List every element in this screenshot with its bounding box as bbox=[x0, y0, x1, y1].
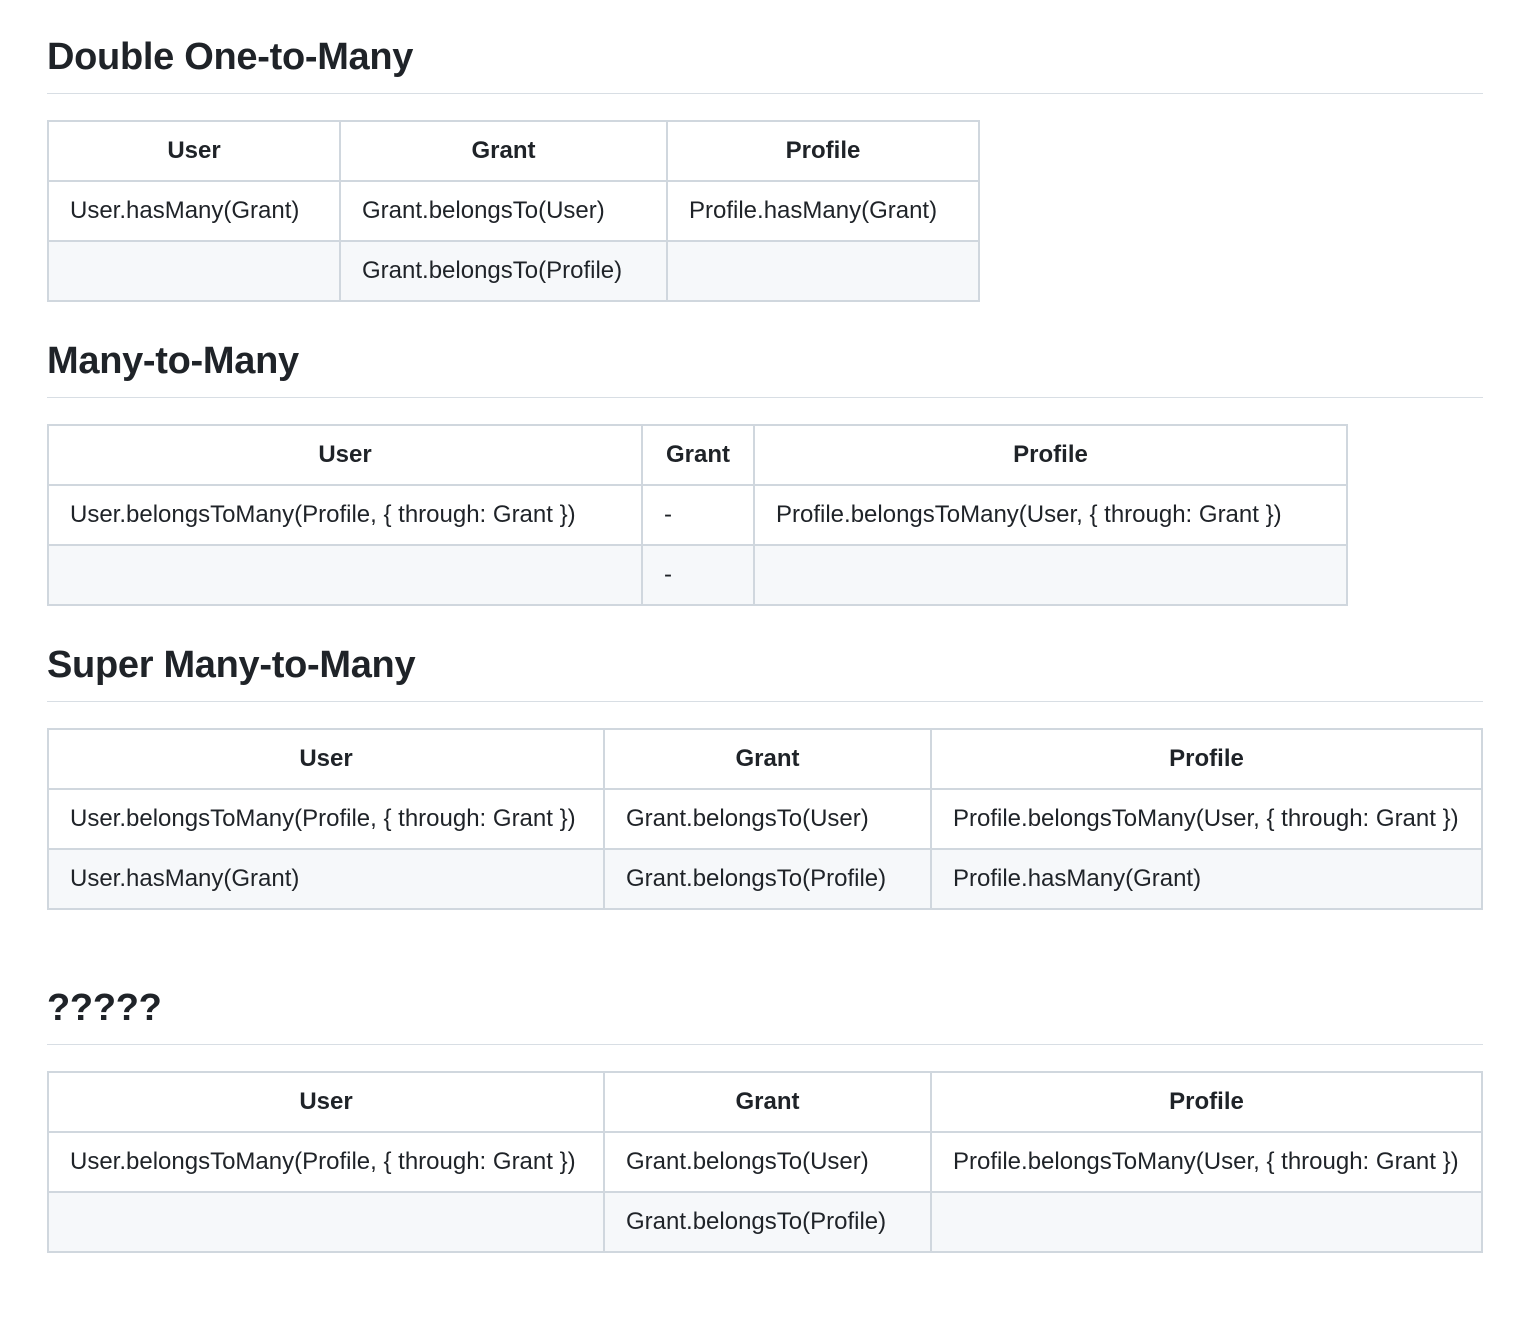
column-header-user: User bbox=[47, 1071, 605, 1133]
section-heading: Double One-to-Many bbox=[47, 36, 414, 78]
relations-table: User Grant Profile User.belongsToMany(Pr… bbox=[47, 424, 1348, 606]
column-header-user: User bbox=[47, 120, 341, 182]
column-header-profile: Profile bbox=[930, 1071, 1483, 1133]
column-header-profile: Profile bbox=[930, 728, 1483, 790]
table-cell bbox=[47, 240, 341, 302]
table-row: User.belongsToMany(Profile, { through: G… bbox=[47, 484, 1348, 546]
table-cell: Grant.belongsTo(Profile) bbox=[339, 240, 668, 302]
section-heading: Many-to-Many bbox=[47, 340, 299, 382]
table-cell: User.hasMany(Grant) bbox=[47, 180, 341, 242]
table-cell: Profile.belongsToMany(User, { through: G… bbox=[930, 788, 1483, 850]
heading-divider bbox=[47, 1044, 1483, 1045]
markdown-body: Double One-to-Many User Grant Profile Us… bbox=[0, 0, 1526, 1326]
table-header-row: User Grant Profile bbox=[47, 1071, 1483, 1133]
table-cell: Grant.belongsTo(User) bbox=[339, 180, 668, 242]
section-unknown: ????? User Grant Profile User.belongsToM… bbox=[47, 985, 1483, 1295]
relations-table: User Grant Profile User.belongsToMany(Pr… bbox=[47, 728, 1483, 910]
table-cell: Grant.belongsTo(Profile) bbox=[603, 848, 932, 910]
table-row: - bbox=[47, 544, 1348, 606]
table-cell: Grant.belongsTo(Profile) bbox=[603, 1191, 932, 1253]
table-cell: - bbox=[641, 544, 755, 606]
section-heading: Super Many-to-Many bbox=[47, 644, 416, 686]
table-cell bbox=[47, 1191, 605, 1253]
table-cell bbox=[930, 1191, 1483, 1253]
table-cell: Profile.belongsToMany(User, { through: G… bbox=[930, 1131, 1483, 1193]
table-cell: Grant.belongsTo(User) bbox=[603, 788, 932, 850]
column-header-profile: Profile bbox=[666, 120, 980, 182]
table-cell bbox=[753, 544, 1348, 606]
table-cell: User.belongsToMany(Profile, { through: G… bbox=[47, 484, 643, 546]
table-row: User.belongsToMany(Profile, { through: G… bbox=[47, 1131, 1483, 1193]
section-heading: ????? bbox=[47, 987, 162, 1029]
table-cell: Grant.belongsTo(User) bbox=[603, 1131, 932, 1193]
section-double-one-to-many: Double One-to-Many User Grant Profile Us… bbox=[47, 34, 1483, 302]
column-header-grant: Grant bbox=[603, 1071, 932, 1133]
table-cell: User.belongsToMany(Profile, { through: G… bbox=[47, 788, 605, 850]
table-row: Grant.belongsTo(Profile) bbox=[47, 240, 980, 302]
relations-table: User Grant Profile User.belongsToMany(Pr… bbox=[47, 1071, 1483, 1253]
table-header-row: User Grant Profile bbox=[47, 728, 1483, 790]
table-header-row: User Grant Profile bbox=[47, 424, 1348, 486]
table-cell bbox=[47, 544, 643, 606]
table-cell: - bbox=[641, 484, 755, 546]
table-row: User.belongsToMany(Profile, { through: G… bbox=[47, 788, 1483, 850]
table-row: Grant.belongsTo(Profile) bbox=[47, 1191, 1483, 1253]
table-cell: User.hasMany(Grant) bbox=[47, 848, 605, 910]
column-header-user: User bbox=[47, 424, 643, 486]
heading-divider bbox=[47, 93, 1483, 94]
table-header-row: User Grant Profile bbox=[47, 120, 980, 182]
table-cell bbox=[666, 240, 980, 302]
table-cell: Profile.hasMany(Grant) bbox=[666, 180, 980, 242]
column-header-grant: Grant bbox=[339, 120, 668, 182]
section-many-to-many: Many-to-Many User Grant Profile User.bel… bbox=[47, 338, 1483, 606]
column-header-grant: Grant bbox=[603, 728, 932, 790]
heading-divider bbox=[47, 397, 1483, 398]
heading-divider bbox=[47, 701, 1483, 702]
table-cell: User.belongsToMany(Profile, { through: G… bbox=[47, 1131, 605, 1193]
table-cell: Profile.belongsToMany(User, { through: G… bbox=[753, 484, 1348, 546]
section-super-many-to-many: Super Many-to-Many User Grant Profile Us… bbox=[47, 642, 1483, 952]
relations-table: User Grant Profile User.hasMany(Grant) G… bbox=[47, 120, 980, 302]
table-cell: Profile.hasMany(Grant) bbox=[930, 848, 1483, 910]
table-row: User.hasMany(Grant) Grant.belongsTo(User… bbox=[47, 180, 980, 242]
column-header-user: User bbox=[47, 728, 605, 790]
table-row: User.hasMany(Grant) Grant.belongsTo(Prof… bbox=[47, 848, 1483, 910]
column-header-profile: Profile bbox=[753, 424, 1348, 486]
column-header-grant: Grant bbox=[641, 424, 755, 486]
